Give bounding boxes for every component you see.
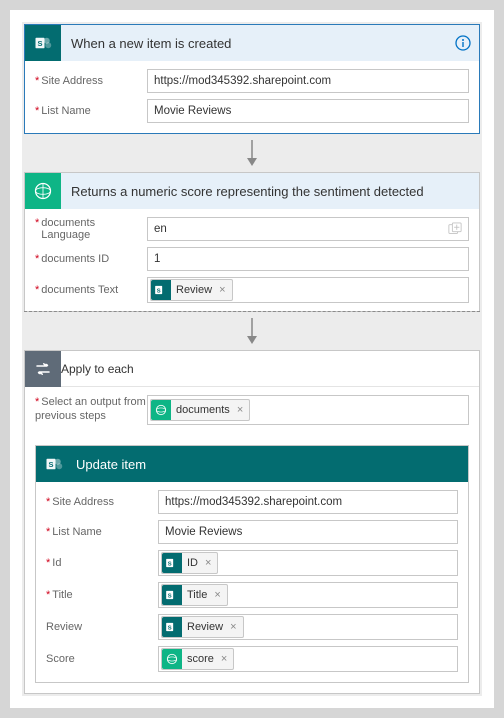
step2-header[interactable]: Returns a numeric score representing the… [25, 173, 479, 209]
cognitive-token-icon [162, 649, 182, 669]
u-review-input[interactable]: S Review × [158, 614, 458, 640]
sharepoint-icon: S [25, 25, 61, 61]
token-score[interactable]: score × [161, 648, 234, 670]
step1-body: *Site Address https://mod345392.sharepoi… [25, 61, 479, 133]
u-list-input[interactable]: Movie Reviews [158, 520, 458, 544]
u-score-label: Score [46, 653, 158, 665]
doctext-input[interactable]: S Review × [147, 277, 469, 303]
step-apply-to-each[interactable]: Apply to each *Select an output from pre… [24, 350, 480, 694]
connector-arrow [24, 312, 480, 350]
cognitive-icon [25, 173, 61, 209]
token-remove[interactable]: × [212, 589, 222, 601]
info-icon[interactable] [455, 35, 471, 51]
u-list-label: *List Name [46, 526, 158, 538]
svg-text:S: S [168, 561, 172, 567]
u-site-label: *Site Address [46, 496, 158, 508]
doctext-label: *documents Text [35, 284, 147, 296]
step1-header[interactable]: S When a new item is created [25, 25, 479, 61]
token-remove[interactable]: × [219, 653, 229, 665]
dynamic-content-icon[interactable] [448, 222, 462, 236]
step4-title: Update item [72, 457, 460, 472]
select-output-label: *Select an output from previous steps [35, 395, 147, 424]
token-remove[interactable]: × [203, 557, 213, 569]
svg-text:S: S [157, 288, 161, 294]
site-address-input[interactable]: https://mod345392.sharepoint.com [147, 69, 469, 93]
token-remove[interactable]: × [217, 284, 227, 296]
docid-label: *documents ID [35, 253, 147, 265]
u-review-label: Review [46, 621, 158, 633]
token-review[interactable]: S Review × [161, 616, 244, 638]
step2-title: Returns a numeric score representing the… [61, 184, 471, 199]
step-sentiment[interactable]: Returns a numeric score representing the… [24, 172, 480, 312]
u-score-input[interactable]: score × [158, 646, 458, 672]
svg-text:S: S [168, 625, 172, 631]
token-id[interactable]: S ID × [161, 552, 218, 574]
svg-text:S: S [48, 460, 53, 469]
u-title-input[interactable]: S Title × [158, 582, 458, 608]
token-title[interactable]: S Title × [161, 584, 228, 606]
flow-background: S When a new item is created *Site Addre… [22, 22, 482, 696]
step-update-item[interactable]: S Update item *Site Address https://mod3… [35, 445, 469, 683]
token-review[interactable]: S Review × [150, 279, 233, 301]
step3-title: Apply to each [61, 362, 134, 376]
step2-body: *documents Language en *documents ID 1 [25, 209, 479, 311]
docid-input[interactable]: 1 [147, 247, 469, 271]
step-when-new-item[interactable]: S When a new item is created *Site Addre… [24, 24, 480, 134]
u-site-input[interactable]: https://mod345392.sharepoint.com [158, 490, 458, 514]
sharepoint-token-icon: S [162, 585, 182, 605]
token-remove[interactable]: × [235, 404, 245, 416]
sharepoint-icon: S [36, 446, 72, 482]
loop-icon [25, 351, 61, 387]
svg-text:S: S [168, 593, 172, 599]
u-title-label: *Title [46, 589, 158, 601]
select-output-input[interactable]: documents × [147, 395, 469, 425]
step4-header[interactable]: S Update item [36, 446, 468, 482]
flow-canvas: S When a new item is created *Site Addre… [10, 10, 494, 708]
connector-arrow [24, 134, 480, 172]
step3-body: *Select an output from previous steps do… [25, 387, 479, 693]
list-name-input[interactable]: Movie Reviews [147, 99, 469, 123]
sharepoint-token-icon: S [151, 280, 171, 300]
list-name-label: *List Name [35, 105, 147, 117]
lang-input[interactable]: en [147, 217, 469, 241]
sharepoint-token-icon: S [162, 553, 182, 573]
site-address-label: *Site Address [35, 75, 147, 87]
step4-body: *Site Address https://mod345392.sharepoi… [36, 482, 468, 682]
cognitive-token-icon [151, 400, 171, 420]
u-id-input[interactable]: S ID × [158, 550, 458, 576]
u-id-label: *Id [46, 557, 158, 569]
step3-header[interactable]: Apply to each [25, 351, 479, 387]
step1-title: When a new item is created [61, 36, 455, 51]
lang-label: *documents Language [35, 217, 147, 241]
svg-text:S: S [37, 39, 42, 48]
token-documents[interactable]: documents × [150, 399, 250, 421]
token-remove[interactable]: × [228, 621, 238, 633]
sharepoint-token-icon: S [162, 617, 182, 637]
